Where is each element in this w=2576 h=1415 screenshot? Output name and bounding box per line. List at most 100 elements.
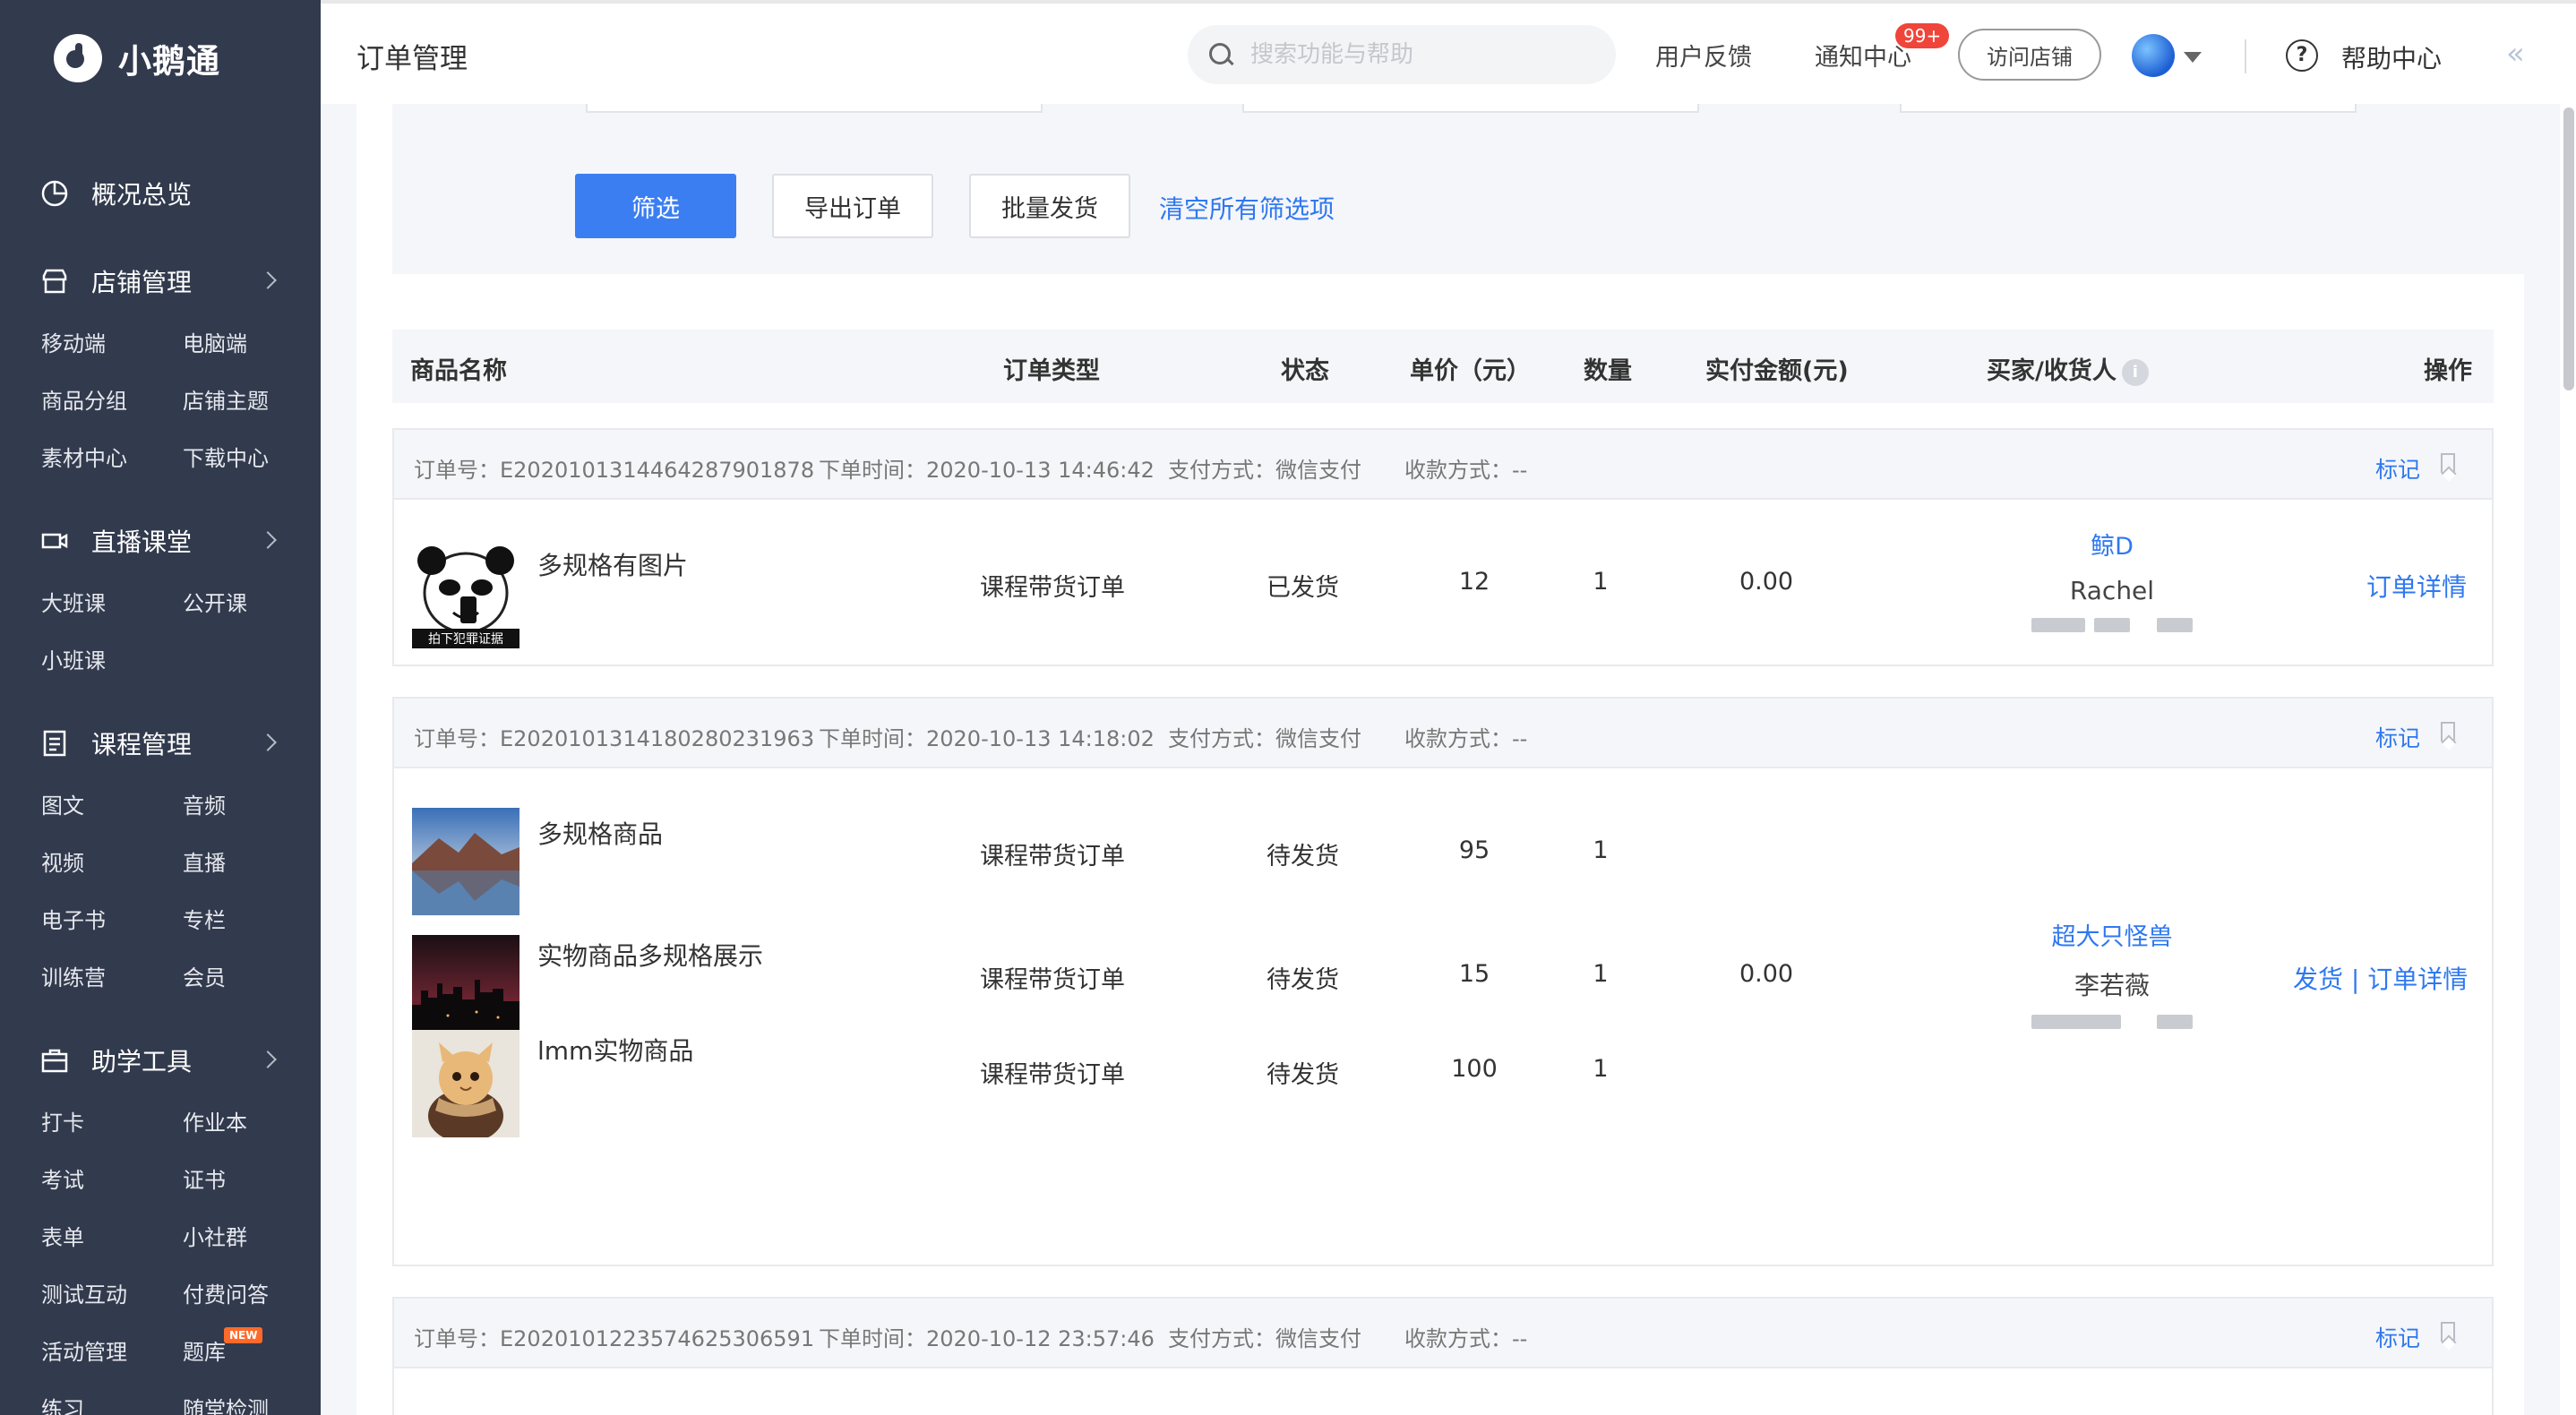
order-block: 订单号：E2020101223574625306591 下单时间：2020-10… [392, 1297, 2494, 1415]
product-thumbnail[interactable]: 拍下犯罪证据 [412, 541, 519, 648]
receiver-phone-blurred [2031, 614, 2193, 634]
table-header: 商品名称 订单类型 状态 单价（元） 数量 实付金额(元) 买家/收货人 i 操作 [392, 330, 2494, 403]
sidebar-item-open-class[interactable]: 公开课 [183, 575, 321, 632]
caret-down-icon[interactable] [2184, 52, 2202, 63]
order-meta: 订单号：E2020101223574625306591 下单时间：2020-10… [394, 1299, 2492, 1368]
menu-item-shop[interactable]: 店铺管理 [0, 256, 321, 306]
product-thumbnail[interactable] [412, 1030, 519, 1137]
sidebar-item-class-test[interactable]: 随堂检测 [183, 1381, 321, 1415]
bookmark-icon[interactable] [2441, 1322, 2455, 1342]
chevron-right-icon [259, 1051, 277, 1068]
sidebar-item-practice[interactable]: 练习 [41, 1381, 183, 1415]
buyer-info: 超大只怪兽 李若薇 [2022, 917, 2202, 1031]
product-name[interactable]: 多规格有图片 [537, 546, 688, 582]
sidebar-item-community[interactable]: 小社群 [183, 1209, 321, 1266]
product-name[interactable]: lmm实物商品 [537, 1032, 693, 1068]
divider [2245, 39, 2246, 73]
help-icon[interactable]: ? [2286, 39, 2318, 72]
filter-field[interactable] [586, 104, 1043, 113]
brand-icon [54, 34, 102, 82]
filter-button[interactable]: 筛选 [575, 174, 736, 238]
collect-method: 收款方式：-- [1404, 458, 1528, 483]
sidebar-item-video[interactable]: 视频 [41, 835, 183, 892]
search-box[interactable] [1188, 25, 1616, 84]
sidebar-item-question-bank[interactable]: 题库 NEW [183, 1324, 321, 1381]
buyer-name-link[interactable]: 超大只怪兽 [2022, 917, 2202, 952]
order-type: 课程带货订单 [980, 843, 1125, 870]
sidebar-item-product-group[interactable]: 商品分组 [41, 373, 183, 430]
sidebar-item-ebook[interactable]: 电子书 [41, 892, 183, 949]
order-block: 订单号：E2020101314180280231963 下单时间：2020-10… [392, 697, 2494, 1266]
sidebar: 小鹅通 概况总览 店铺管理 移动端 电脑端 商品分组 店铺主题 素材中心 下载中… [0, 0, 321, 1415]
receiver-name: 李若薇 [2074, 971, 2150, 1000]
menu-item-live[interactable]: 直播课堂 [0, 516, 321, 566]
product-thumbnail[interactable] [412, 808, 519, 915]
sidebar-item-big-class[interactable]: 大班课 [41, 575, 183, 632]
sidebar-item-small-class[interactable]: 小班课 [41, 632, 183, 690]
sidebar-item-download[interactable]: 下载中心 [183, 430, 321, 487]
product-thumbnail[interactable] [412, 935, 519, 1042]
sidebar-item-member[interactable]: 会员 [183, 949, 321, 1007]
sidebar-item-mobile[interactable]: 移动端 [41, 315, 183, 373]
bookmark-icon[interactable] [2441, 453, 2455, 473]
payment-method: 支付方式：微信支付 [1168, 1326, 1361, 1351]
sidebar-item-desktop[interactable]: 电脑端 [183, 315, 321, 373]
menu-overview: 概况总览 [0, 168, 321, 219]
collapse-icon[interactable]: « [2506, 36, 2525, 72]
mark-link[interactable]: 标记 [2375, 452, 2420, 485]
order-status: 待发货 [1267, 966, 1339, 994]
info-icon[interactable]: i [2121, 358, 2149, 386]
feedback-link[interactable]: 用户反馈 [1655, 38, 1752, 73]
sidebar-item-shop-theme[interactable]: 店铺主题 [183, 373, 321, 430]
product-name[interactable]: 实物商品多规格展示 [537, 937, 763, 973]
menu-label: 概况总览 [91, 180, 193, 210]
payment-method: 支付方式：微信支付 [1168, 458, 1361, 483]
mark-link[interactable]: 标记 [2375, 1321, 2420, 1353]
chevron-right-icon [259, 271, 277, 289]
menu-item-course[interactable]: 课程管理 [0, 718, 321, 768]
sidebar-item-live[interactable]: 直播 [183, 835, 321, 892]
document-icon [39, 728, 70, 759]
sidebar-item-graphic[interactable]: 图文 [41, 777, 183, 835]
payment-method: 支付方式：微信支付 [1168, 726, 1361, 751]
sidebar-item-paid-qa[interactable]: 付费问答 [183, 1266, 321, 1324]
menu-item-tools[interactable]: 助学工具 [0, 1035, 321, 1085]
column-header: 单价（元） [1410, 357, 1531, 385]
ship-and-detail-links[interactable]: 发货 | 订单详情 [2293, 960, 2468, 996]
clear-filters-link[interactable]: 清空所有筛选项 [1159, 190, 1335, 226]
sidebar-item-exam[interactable]: 考试 [41, 1152, 183, 1209]
sidebar-item-form[interactable]: 表单 [41, 1209, 183, 1266]
brand-logo[interactable]: 小鹅通 [54, 34, 220, 82]
mark-link[interactable]: 标记 [2375, 721, 2420, 753]
filter-field[interactable] [1900, 104, 2357, 113]
sidebar-item-homework[interactable]: 作业本 [183, 1094, 321, 1152]
sidebar-item-audio[interactable]: 音频 [183, 777, 321, 835]
batch-ship-button[interactable]: 批量发货 [969, 174, 1130, 238]
order-number: 订单号：E2020101223574625306591 [414, 1326, 815, 1351]
sidebar-item-checkin[interactable]: 打卡 [41, 1094, 183, 1152]
help-center-link[interactable]: 帮助中心 [2341, 39, 2442, 75]
sidebar-item-material[interactable]: 素材中心 [41, 430, 183, 487]
sidebar-item-activity[interactable]: 活动管理 [41, 1324, 183, 1381]
quantity: 1 [1593, 836, 1609, 864]
scrollbar-thumb[interactable] [2563, 107, 2574, 390]
sidebar-item-certificate[interactable]: 证书 [183, 1152, 321, 1209]
bookmark-icon[interactable] [2441, 722, 2455, 742]
collect-method: 收款方式：-- [1404, 726, 1528, 751]
sidebar-item-camp[interactable]: 训练营 [41, 949, 183, 1007]
visit-shop-button[interactable]: 访问店铺 [1958, 29, 2101, 81]
export-orders-button[interactable]: 导出订单 [772, 174, 933, 238]
sidebar-item-column[interactable]: 专栏 [183, 892, 321, 949]
menu-item-overview[interactable]: 概况总览 [0, 168, 321, 219]
unit-price: 12 [1458, 568, 1490, 596]
product-name[interactable]: 多规格商品 [537, 815, 663, 851]
order-type: 课程带货订单 [980, 1061, 1125, 1089]
filter-field[interactable] [1242, 104, 1699, 113]
search-input[interactable] [1250, 41, 1591, 68]
menu-label: 课程管理 [91, 730, 193, 759]
order-detail-link[interactable]: 订单详情 [2366, 568, 2467, 604]
globe-icon[interactable] [2132, 34, 2175, 77]
sidebar-item-quiz[interactable]: 测试互动 [41, 1266, 183, 1324]
quantity: 1 [1593, 960, 1609, 988]
buyer-name-link[interactable]: 鲸D [2022, 527, 2202, 562]
